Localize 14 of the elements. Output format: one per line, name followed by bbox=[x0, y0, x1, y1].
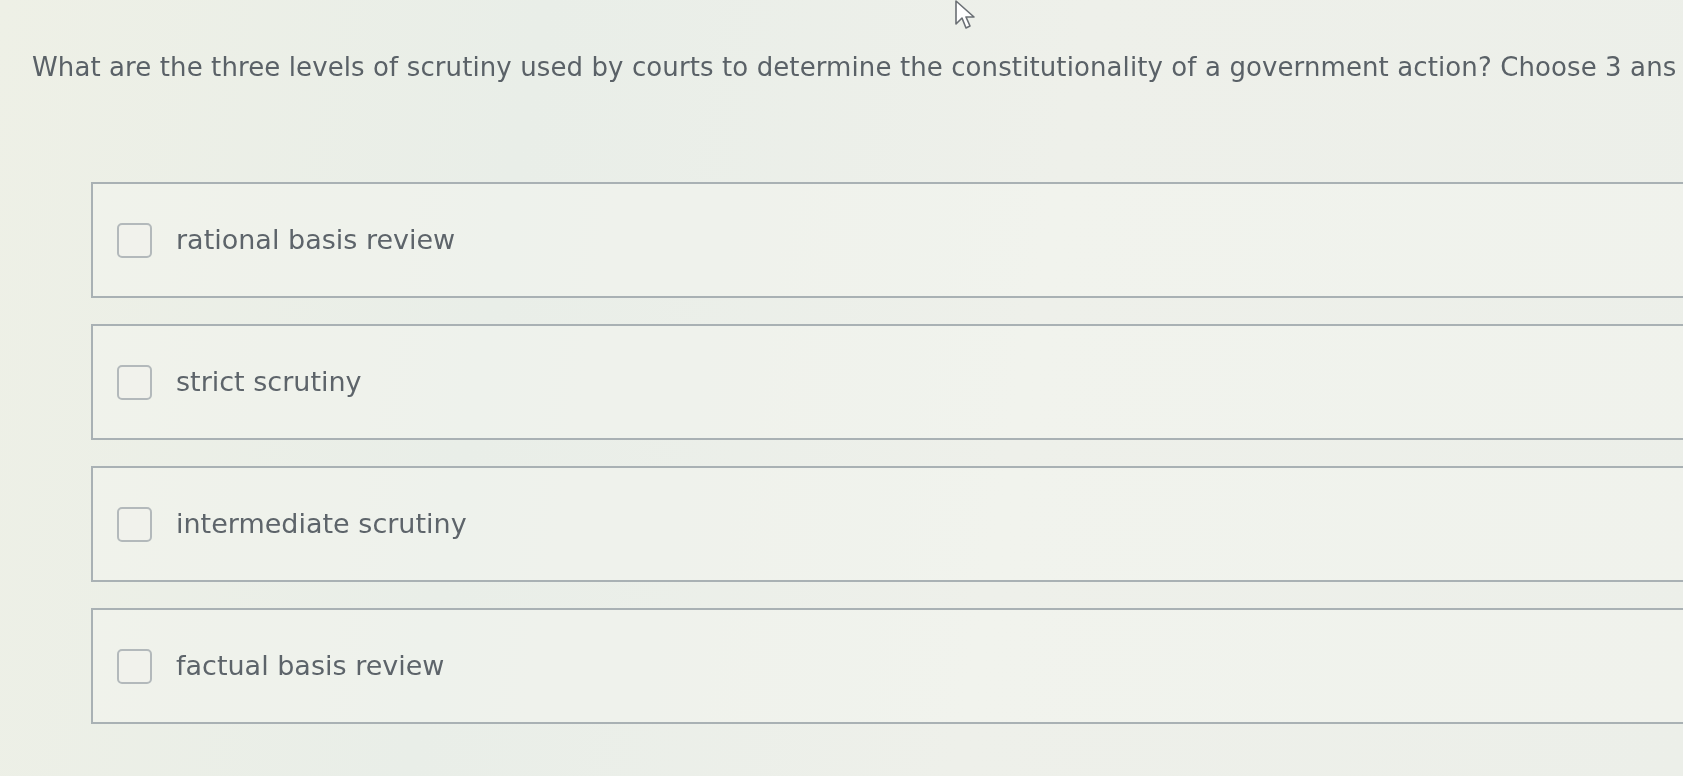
cursor-icon bbox=[954, 0, 978, 32]
answer-option[interactable]: factual basis review bbox=[91, 608, 1683, 724]
checkbox[interactable] bbox=[117, 648, 152, 684]
option-label: factual basis review bbox=[176, 649, 445, 683]
option-label: strict scrutiny bbox=[176, 365, 362, 399]
option-label: rational basis review bbox=[176, 223, 456, 257]
question-text: What are the three levels of scrutiny used by courts to determine the constitutionality of a government action? Choose 3 ans bbox=[31, 51, 1678, 84]
answer-option[interactable]: intermediate scrutiny bbox=[91, 466, 1683, 582]
checkbox[interactable] bbox=[117, 364, 152, 400]
answer-option[interactable]: rational basis review bbox=[91, 182, 1683, 298]
checkbox[interactable] bbox=[117, 222, 152, 258]
checkbox[interactable] bbox=[117, 506, 152, 542]
option-label: intermediate scrutiny bbox=[176, 507, 467, 541]
answer-option[interactable]: strict scrutiny bbox=[91, 324, 1683, 440]
